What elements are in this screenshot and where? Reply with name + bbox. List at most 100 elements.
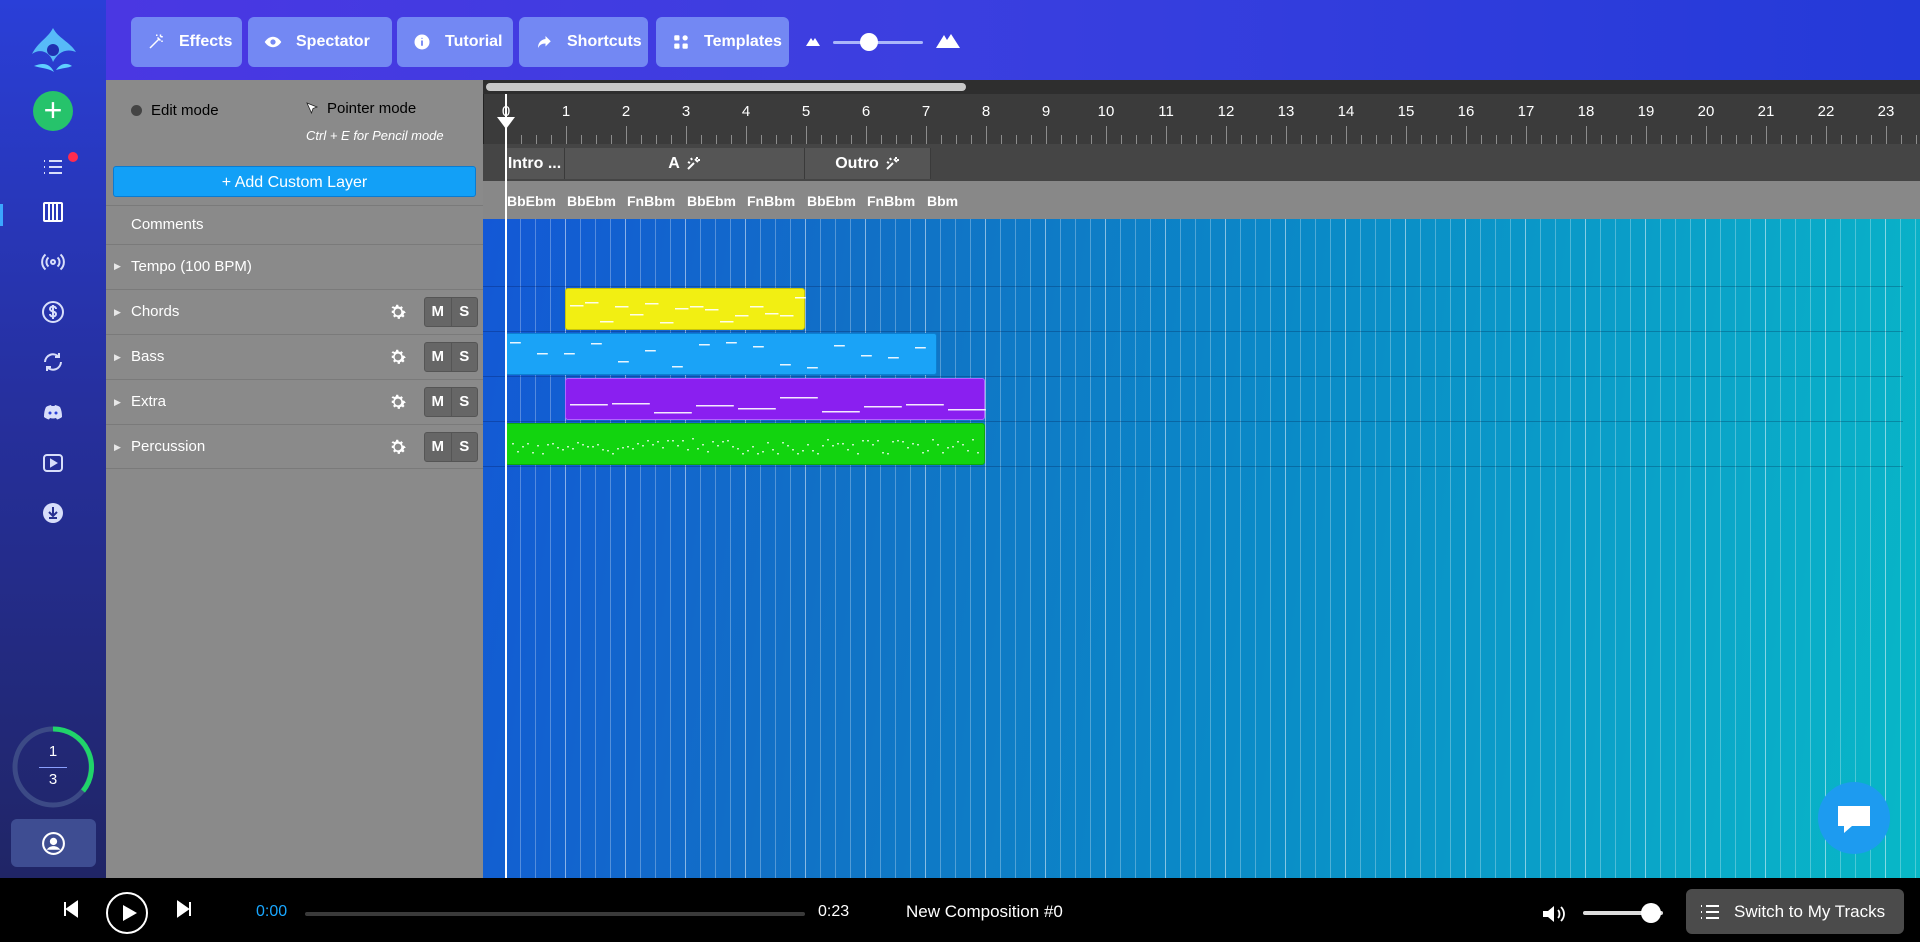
dollar-icon [42, 301, 64, 323]
song-section[interactable]: A [565, 148, 805, 179]
ruler-tick [956, 135, 957, 144]
volume-slider-handle[interactable] [1641, 903, 1661, 923]
download-button[interactable] [38, 501, 68, 531]
expand-caret-icon[interactable]: ▶ [114, 397, 121, 408]
zoom-out-icon[interactable] [806, 36, 820, 46]
solo-button[interactable]: S [452, 388, 478, 416]
spectator-button[interactable]: Spectator [248, 17, 392, 67]
discord-button[interactable] [38, 401, 68, 431]
expand-caret-icon[interactable]: ▶ [114, 442, 121, 453]
layer-row-chords[interactable]: ▶ Chords M S [106, 289, 483, 334]
expand-caret-icon[interactable]: ▶ [114, 352, 121, 363]
zoom-in-icon[interactable] [936, 32, 960, 48]
new-composition-button[interactable]: + [33, 91, 73, 131]
clip-notes [512, 438, 979, 455]
chord-label[interactable]: BbEbm [807, 193, 856, 209]
clip-chords[interactable] [565, 288, 806, 330]
shop-button[interactable] [38, 300, 68, 330]
volume-icon[interactable] [1542, 904, 1568, 924]
expand-caret-icon[interactable]: ▶ [114, 261, 121, 272]
playback-progress-bar[interactable] [305, 912, 805, 916]
mute-button[interactable]: M [425, 343, 452, 371]
add-custom-layer-button[interactable]: + Add Custom Layer [113, 166, 476, 197]
tempo-row[interactable]: ▶ Tempo (100 BPM) [106, 244, 483, 289]
chord-label[interactable]: BbEbm [567, 193, 616, 209]
profile-button[interactable] [11, 819, 96, 867]
mute-button[interactable]: M [425, 433, 452, 461]
shortcuts-button[interactable]: Shortcuts [519, 17, 648, 67]
solo-button[interactable]: S [452, 343, 478, 371]
layer-row-bass[interactable]: ▶ Bass M S [106, 334, 483, 379]
skip-back-icon[interactable] [62, 900, 80, 918]
section-settings-icon[interactable] [686, 156, 701, 171]
current-time: 0:00 [256, 903, 288, 920]
chat-button[interactable] [1818, 782, 1890, 854]
chord-label[interactable]: BbEbm [507, 193, 556, 209]
zoom-slider-handle[interactable] [860, 33, 878, 51]
note-grid[interactable] [483, 219, 1920, 878]
mute-button[interactable]: M [425, 298, 452, 326]
pencil-mode-hint: Ctrl + E for Pencil mode [306, 128, 444, 143]
gear-icon[interactable] [388, 347, 408, 367]
app-logo[interactable] [26, 22, 80, 76]
tutorial-label: Tutorial [445, 33, 503, 50]
chord-label[interactable]: FnBbm [867, 193, 915, 209]
gear-icon[interactable] [388, 437, 408, 457]
bar-ruler[interactable]: 01234567891011121314151617181920212223 [483, 94, 1920, 144]
grid-line [1345, 219, 1346, 878]
grid-line [1765, 219, 1766, 878]
switch-to-my-tracks-button[interactable]: Switch to My Tracks [1686, 889, 1904, 934]
grid-line [955, 219, 956, 878]
edit-mode-toggle[interactable]: Edit mode [131, 102, 219, 119]
chord-label[interactable]: BbEbm [687, 193, 736, 209]
zoom-slider[interactable] [833, 41, 923, 44]
ruler-tick [1556, 135, 1557, 144]
playhead-marker-icon[interactable] [497, 117, 515, 129]
ruler-tick [1241, 135, 1242, 144]
layer-row-extra[interactable]: ▶ Extra M S [106, 379, 483, 424]
ruler-tick [1751, 135, 1752, 144]
editor-button[interactable] [38, 200, 68, 230]
chord-label[interactable]: FnBbm [747, 193, 795, 209]
tutorial-video-button[interactable] [38, 451, 68, 481]
grid-line [1660, 219, 1661, 878]
gear-icon[interactable] [388, 302, 408, 322]
effects-button[interactable]: Effects [131, 17, 242, 67]
clip-bass[interactable] [505, 333, 937, 375]
mute-button[interactable]: M [425, 388, 452, 416]
clip-extra[interactable] [565, 378, 986, 420]
play-button[interactable] [106, 892, 148, 934]
chord-label[interactable]: Bbm [927, 193, 958, 209]
scrollbar-thumb[interactable] [486, 83, 966, 91]
horizontal-scrollbar[interactable] [483, 80, 1920, 94]
playhead[interactable] [505, 94, 507, 878]
live-button[interactable] [38, 250, 68, 280]
gear-icon[interactable] [388, 392, 408, 412]
chord-label[interactable]: FnBbm [627, 193, 675, 209]
ruler-tick [1226, 126, 1227, 144]
section-settings-icon[interactable] [885, 156, 900, 171]
solo-button[interactable]: S [452, 298, 478, 326]
ruler-tick [1106, 126, 1107, 144]
solo-button[interactable]: S [452, 433, 478, 461]
grid-line [925, 219, 926, 878]
bar-number: 14 [1337, 103, 1355, 120]
clip-percussion[interactable] [505, 423, 985, 465]
tracks-list-button[interactable] [38, 155, 68, 185]
song-section[interactable]: Intro ... [505, 148, 565, 179]
skip-forward-icon[interactable] [175, 900, 193, 918]
ruler-tick [1331, 135, 1332, 144]
grid-line [835, 219, 836, 878]
pointer-mode-toggle[interactable]: Pointer mode [306, 100, 416, 117]
templates-button[interactable]: Templates [656, 17, 789, 67]
song-section[interactable]: Outro [805, 148, 931, 179]
expand-caret-icon[interactable]: ▶ [114, 307, 121, 318]
mute-solo-group: M S [424, 387, 478, 417]
grid-line [1510, 219, 1511, 878]
grid-line [1180, 219, 1181, 878]
sync-button[interactable] [38, 350, 68, 380]
tutorial-button[interactable]: Tutorial [397, 17, 513, 67]
grid-line [1315, 219, 1316, 878]
comments-row[interactable]: Comments [106, 205, 483, 244]
layer-row-percussion[interactable]: ▶ Percussion M S [106, 424, 483, 469]
